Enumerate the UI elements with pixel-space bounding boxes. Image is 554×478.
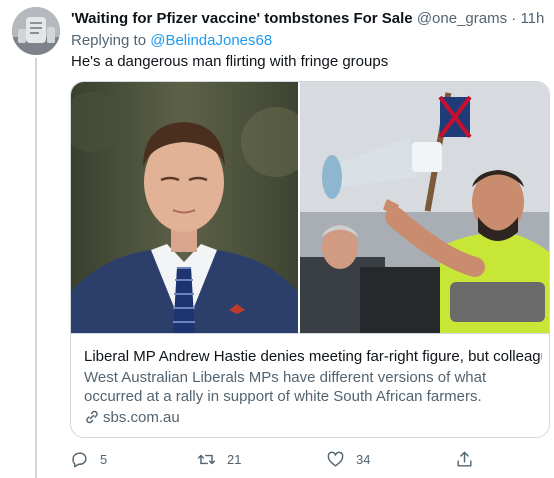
card-photo-rally (300, 82, 549, 333)
share-button[interactable] (455, 448, 474, 470)
user-handle[interactable]: @one_grams (417, 10, 507, 27)
link-icon (86, 410, 98, 424)
card-description: West Australian Liberals MPs have differ… (84, 369, 487, 405)
retweet-count: 21 (227, 451, 242, 467)
card-title[interactable]: Liberal MP Andrew Hastie denies meeting … (84, 347, 542, 366)
replying-to: Replying to @BelindaJones68 (71, 31, 272, 51)
reply-icon (72, 451, 87, 467)
thread-line (35, 58, 37, 478)
link-card[interactable]: Liberal MP Andrew Hastie denies meeting … (70, 81, 550, 438)
card-domain[interactable]: sbs.com.au (84, 408, 180, 427)
reply-button[interactable]: 5 (70, 448, 107, 470)
like-icon (327, 451, 344, 467)
replying-to-mention[interactable]: @BelindaJones68 (150, 32, 272, 49)
display-name[interactable]: 'Waiting for Pfizer vaccine' tombstones … (71, 10, 413, 27)
share-icon (457, 451, 472, 467)
retweet-icon (197, 454, 216, 464)
reply-count: 5 (100, 451, 108, 467)
action-bar: 5 21 34 (70, 448, 540, 470)
tweet-text: He's a dangerous man flirting with fring… (71, 53, 389, 70)
like-button[interactable]: 34 (326, 448, 370, 470)
separator-dot: · (511, 10, 517, 27)
tweet-header: 'Waiting for Pfizer vaccine' tombstones … (71, 9, 551, 29)
card-photo-politician (71, 82, 298, 333)
tweet-timestamp[interactable]: 11h (520, 10, 544, 27)
tweet[interactable]: 'Waiting for Pfizer vaccine' tombstones … (0, 0, 554, 478)
like-count: 34 (356, 451, 371, 467)
card-domain-text: sbs.com.au (103, 409, 180, 426)
avatar[interactable] (12, 7, 60, 55)
card-divider (71, 333, 549, 334)
replying-to-label: Replying to (71, 32, 147, 49)
retweet-button[interactable]: 21 (197, 448, 241, 470)
